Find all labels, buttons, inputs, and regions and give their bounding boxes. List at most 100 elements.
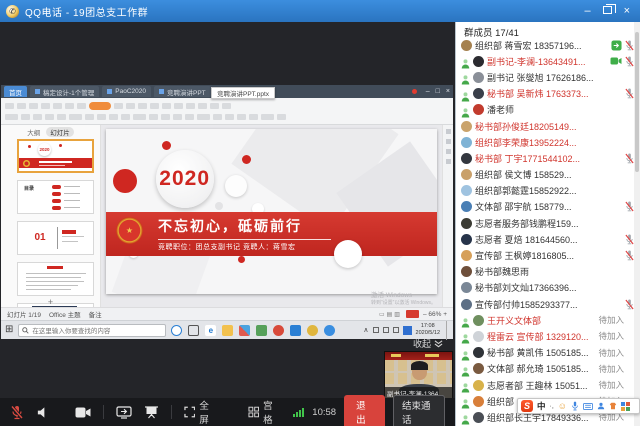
cortana-icon[interactable] <box>171 325 182 336</box>
mic-muted-icon <box>625 299 634 310</box>
notes-label[interactable]: 备注 <box>89 309 102 319</box>
member-row[interactable]: 秘书部 吴新炜 1763373... <box>456 86 634 102</box>
member-row[interactable]: 秘书部 丁宇1771544102... <box>456 150 634 166</box>
minimize-button[interactable]: – <box>584 6 590 17</box>
outline-tab[interactable]: 大纲 <box>27 127 40 137</box>
file-explorer-icon[interactable] <box>222 325 233 336</box>
member-name: 志愿者 夏焙 181644560... <box>475 233 622 246</box>
member-row[interactable]: 副书记-李澜-13643491... <box>456 53 634 69</box>
slide-thumbnail-2[interactable]: 2 目录 <box>17 180 94 214</box>
grid-icon <box>248 406 259 418</box>
slide-thumbnail-3[interactable]: 3 01 <box>17 221 94 255</box>
member-row[interactable]: 组织部郭懿霆15852922... <box>456 183 634 199</box>
member-row[interactable]: 志愿者 夏焙 181644560... <box>456 231 634 247</box>
edge-browser-icon[interactable]: e <box>205 325 216 336</box>
wps-tab-home[interactable]: 首页 <box>4 86 27 97</box>
member-row[interactable]: 秘书部 黄凯伟 1505185... 待加入 <box>456 345 634 361</box>
scrollbar-thumb[interactable] <box>635 32 639 172</box>
camera-button[interactable] <box>75 407 91 418</box>
online-status-icon <box>461 72 470 82</box>
whiteboard-button[interactable] <box>144 406 159 419</box>
ime-punctuation[interactable]: ·, <box>550 403 554 410</box>
slides-tab[interactable]: 幻灯片 <box>46 127 74 137</box>
start-button[interactable]: ⊞ <box>5 325 13 335</box>
restore-button[interactable] <box>603 6 612 17</box>
keyboard-icon[interactable] <box>583 403 593 410</box>
mic-muted-icon <box>625 250 634 261</box>
member-row[interactable]: 志愿者服务部钱鹏程159... <box>456 215 634 231</box>
member-row[interactable]: 王开义文体部 待加入 <box>456 312 634 328</box>
windows-taskbar: ⊞ 在这里输入你要查找的内容 e <box>1 320 453 339</box>
member-row[interactable]: 潘老师 <box>456 102 634 118</box>
screen-share-button[interactable] <box>116 406 132 419</box>
mic-muted-icon <box>625 153 634 164</box>
member-row[interactable]: 宣传部付帅1585293377... <box>456 296 634 312</box>
member-name: 宣传部付帅1585293377... <box>475 298 622 311</box>
member-row[interactable]: 程雷云 宣传部 1329120... 待加入 <box>456 328 634 344</box>
member-scrollbar[interactable] <box>634 22 640 426</box>
wps-ribbon[interactable] <box>1 98 453 125</box>
collapse-video-strip[interactable]: 收起 <box>413 337 443 350</box>
mic-muted-button[interactable] <box>10 405 24 420</box>
wps-tab-doc3[interactable]: 竞聘演讲PPT <box>154 86 211 97</box>
member-row[interactable]: 组织部 蒋雪宏 18357196... <box>456 37 634 53</box>
skin-icon[interactable] <box>609 402 617 410</box>
gallery-app-icon[interactable] <box>256 325 267 336</box>
zoom-control[interactable]: – 66% + <box>423 311 447 318</box>
emoji-icon[interactable]: ☺ <box>558 402 567 411</box>
member-name: 程雷云 宣传部 1329120... <box>487 330 591 343</box>
video-thumbnail[interactable]: 副书记-李澜-1364... <box>385 352 452 398</box>
member-row[interactable]: 组织部 侯文博 158529... <box>456 167 634 183</box>
slide-thumbnail-4[interactable]: 4 <box>17 262 94 296</box>
camera-on-icon <box>610 57 622 65</box>
show-desktop-button[interactable] <box>446 321 449 340</box>
taskbar-search-box[interactable]: 在这里输入你要查找的内容 <box>18 324 166 337</box>
tim-qq-icon[interactable] <box>290 325 301 336</box>
browser-app-icon[interactable] <box>324 325 335 336</box>
ime-mode-chinese[interactable]: 中 <box>537 400 546 412</box>
wps-tab-doc1[interactable]: 稿定设计-1个管理 <box>30 86 99 97</box>
tray-expand-icon[interactable]: ∧ <box>363 326 368 334</box>
theme-label[interactable]: Office 主题 <box>49 309 81 319</box>
voice-input-icon[interactable] <box>571 401 579 411</box>
ime-indicator-icon[interactable] <box>403 326 412 335</box>
league-emblem-icon: ★ <box>116 217 143 244</box>
task-view-icon[interactable] <box>188 325 199 336</box>
view-mode-icons[interactable]: ▭▤▥ <box>379 311 402 318</box>
member-name: 秘书部 丁宇1771544102... <box>475 152 622 165</box>
wps-tab-bar: 首页 稿定设计-1个管理 PaoC2020 竞聘演讲PPT + –□× 竞聘演讲… <box>1 85 453 98</box>
speaker-button[interactable] <box>36 406 49 419</box>
photos-app-icon[interactable] <box>239 325 250 336</box>
member-row[interactable]: 秘书部魏思雨 <box>456 264 634 280</box>
member-row[interactable]: 秘书部孙俊廷18205149... <box>456 118 634 134</box>
member-row[interactable]: 组织部李荣康13952224... <box>456 134 634 150</box>
play-slideshow-button[interactable] <box>406 310 419 318</box>
sogou-ime-bar[interactable]: S 中 ·, ☺ <box>517 398 640 414</box>
end-call-button[interactable]: 结束通话 <box>393 395 445 426</box>
toolbox-icon[interactable] <box>621 402 630 411</box>
wps-app-icon[interactable] <box>307 325 318 336</box>
waiting-to-join-label: 待加入 <box>598 379 624 391</box>
slide-thumbnail-1[interactable]: 1 2020 <box>17 139 94 173</box>
wps-window-controls[interactable]: –□× <box>426 88 450 95</box>
taskbar-clock[interactable]: 17:08 2020/5/12 <box>416 323 440 336</box>
online-status-icon <box>461 331 470 341</box>
fullscreen-button[interactable]: 全屏 <box>184 398 218 426</box>
avatar <box>473 104 484 115</box>
member-row[interactable]: 宣传部 王枫婷1816805... <box>456 247 634 263</box>
wps-tab-doc2[interactable]: PaoC2020 <box>102 86 151 97</box>
red-app-icon[interactable] <box>273 325 284 336</box>
grid-view-button[interactable]: 宫格 <box>248 398 282 426</box>
member-row[interactable]: 副书记 张燮旭 17626186... <box>456 69 634 85</box>
member-row[interactable]: 文体部 郝允琦 1505185... 待加入 <box>456 361 634 377</box>
wps-side-toolbar[interactable] <box>442 125 453 307</box>
sogou-logo-icon[interactable]: S <box>521 400 533 412</box>
member-row[interactable]: 志愿者部 王趣林 15051... 待加入 <box>456 377 634 393</box>
member-row[interactable]: 文体部 邵宇航 158779... <box>456 199 634 215</box>
exit-button[interactable]: 退出 <box>344 395 385 426</box>
close-button[interactable]: × <box>624 6 630 17</box>
add-slide-button[interactable]: + <box>1 298 100 306</box>
member-row[interactable]: 秘书部刘文灿17366396... <box>456 280 634 296</box>
waiting-to-join-label: 待加入 <box>598 314 624 326</box>
account-icon[interactable] <box>597 402 605 410</box>
